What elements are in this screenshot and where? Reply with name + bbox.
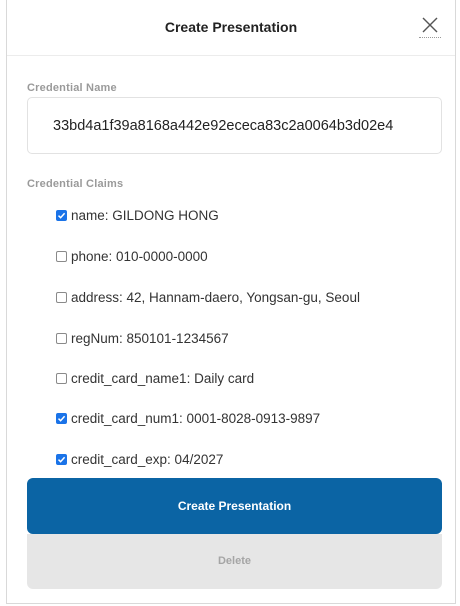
credential-claims-label: Credential Claims (27, 178, 124, 190)
close-icon (422, 17, 438, 33)
create-presentation-button[interactable]: Create Presentation (27, 478, 442, 534)
delete-button[interactable]: Delete (27, 534, 442, 589)
claim-item-credit-card-name[interactable]: credit_card_name1: Daily card (56, 368, 254, 388)
claim-checkbox[interactable] (56, 250, 67, 262)
claim-label: name: GILDONG HONG (71, 207, 219, 223)
claim-label: regNum: 850101-1234567 (71, 330, 229, 346)
close-button[interactable] (419, 14, 441, 38)
claim-label: credit_card_exp: 04/2027 (71, 451, 224, 467)
claim-item-phone[interactable]: phone: 010-0000-0000 (56, 246, 208, 266)
dialog-header: Create Presentation (7, 0, 455, 56)
create-presentation-dialog: Create Presentation Credential Name Cred… (6, 0, 456, 604)
claim-item-credit-card-exp[interactable]: credit_card_exp: 04/2027 (56, 449, 223, 469)
claim-item-credit-card-num[interactable]: credit_card_num1: 0001-8028-0913-9897 (56, 408, 320, 428)
claim-checkbox[interactable] (56, 412, 67, 424)
claim-checkbox[interactable] (56, 209, 67, 221)
claim-checkbox[interactable] (56, 332, 67, 344)
claim-checkbox[interactable] (56, 291, 67, 303)
claim-label: phone: 010-0000-0000 (71, 248, 208, 264)
close-focus-outline (419, 37, 441, 38)
claim-label: address: 42, Hannam-daero, Yongsan-gu, S… (71, 289, 360, 305)
claim-item-address[interactable]: address: 42, Hannam-daero, Yongsan-gu, S… (56, 287, 360, 307)
claim-label: credit_card_name1: Daily card (71, 370, 255, 386)
claim-item-name[interactable]: name: GILDONG HONG (56, 205, 219, 225)
credential-name-label: Credential Name (27, 82, 117, 94)
credential-name-input[interactable] (27, 97, 442, 154)
claim-checkbox[interactable] (56, 453, 67, 465)
claim-label: credit_card_num1: 0001-8028-0913-9897 (71, 410, 321, 426)
dialog-title: Create Presentation (164, 19, 298, 35)
claim-checkbox[interactable] (56, 372, 67, 384)
claim-item-regnum[interactable]: regNum: 850101-1234567 (56, 328, 229, 348)
